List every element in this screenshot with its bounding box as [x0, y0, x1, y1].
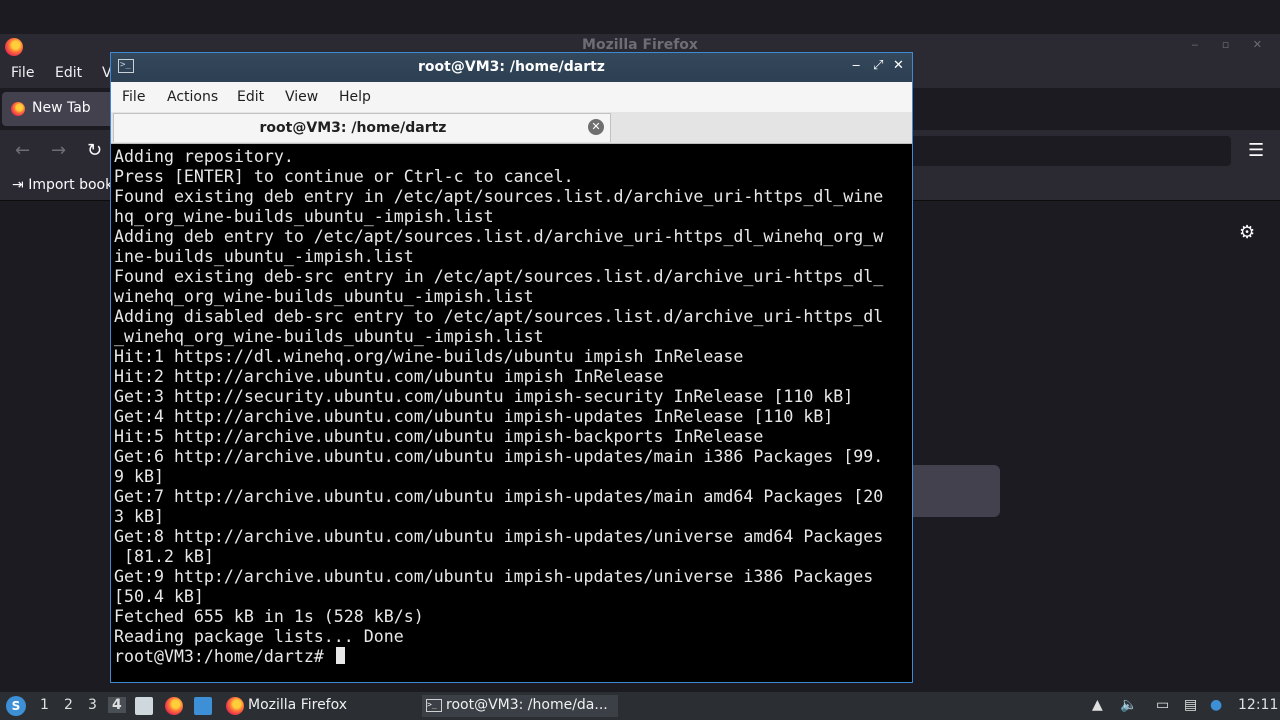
task-firefox-label: Mozilla Firefox [248, 697, 348, 713]
clipboard-icon[interactable]: ▤ [1184, 697, 1197, 713]
forward-arrow-icon[interactable]: → [51, 140, 66, 161]
firefox-tab-new-tab[interactable]: New Tab [2, 92, 122, 126]
terminal-menu-view[interactable]: View [285, 89, 318, 105]
task-terminal-label: root@VM3: /home/da... [446, 697, 608, 713]
hamburger-menu-icon[interactable]: ☰ [1248, 140, 1264, 161]
terminal-line: ine-builds_ubuntu_-impish.list [114, 247, 414, 266]
terminal-icon: >_ [426, 699, 442, 712]
workspace-3[interactable]: 3 [88, 697, 97, 713]
terminal-line: 3 kB] [114, 507, 164, 526]
terminal-line: Get:9 http://archive.ubuntu.com/ubuntu i… [114, 567, 874, 586]
terminal-prompt: root@VM3:/home/dartz# [114, 647, 334, 666]
terminal-line: Hit:2 http://archive.ubuntu.com/ubuntu i… [114, 367, 664, 386]
terminal-line: Adding deb entry to /etc/apt/sources.lis… [114, 227, 884, 246]
terminal-line: Adding repository. [114, 147, 294, 166]
firefox-window-controls[interactable]: ‒ ▫ ✕ [1191, 38, 1272, 51]
task-firefox[interactable]: Mozilla Firefox [224, 695, 414, 717]
terminal-tab[interactable]: root@VM3: /home/dartz ✕ [113, 113, 611, 142]
terminal-line: Press [ENTER] to continue or Ctrl-c to c… [114, 167, 574, 186]
start-menu-icon[interactable]: S [6, 696, 26, 716]
terminal-line: winehq_org_wine-builds_ubuntu_-impish.li… [114, 287, 534, 306]
firefox-logo-icon [5, 38, 23, 56]
workspace-4[interactable]: 4 [108, 697, 126, 713]
terminal-prompt-line[interactable]: root@VM3:/home/dartz# [114, 647, 906, 667]
taskbar: S 1 2 3 4 Mozilla Firefox >_ root@VM3: /… [0, 692, 1280, 720]
firefox-tab-label: New Tab [32, 100, 91, 116]
terminal-line: Reading package lists... Done [114, 627, 404, 646]
terminal-line: Hit:5 http://archive.ubuntu.com/ubuntu i… [114, 427, 764, 446]
terminal-cursor [335, 647, 345, 664]
close-icon[interactable]: ✕ [893, 58, 904, 73]
notification-icon[interactable]: ● [1210, 697, 1222, 713]
clock[interactable]: 12:11 [1238, 697, 1278, 713]
terminal-line: 9 kB] [114, 467, 164, 486]
terminal-line: _winehq_org_wine-builds_ubuntu_-impish.l… [114, 327, 544, 346]
minimize-icon[interactable]: ‒ [852, 58, 860, 73]
terminal-line: Get:8 http://archive.ubuntu.com/ubuntu i… [114, 527, 884, 546]
firefox-icon [226, 697, 244, 715]
maximize-icon[interactable]: ⤢ [873, 58, 883, 73]
firefox-menu-edit[interactable]: Edit [55, 65, 82, 81]
terminal-tab-label: root@VM3: /home/dartz [259, 120, 447, 136]
import-bookmarks-label: Import book [28, 177, 114, 193]
firefox-window-title: Mozilla Firefox [582, 37, 698, 53]
terminal-line: [50.4 kB] [114, 587, 204, 606]
desktop-icon[interactable] [194, 697, 212, 715]
terminal-line: [81.2 kB] [114, 547, 214, 566]
task-terminal[interactable]: >_ root@VM3: /home/da... [422, 695, 618, 717]
firefox-url-bar[interactable] [905, 136, 1231, 166]
terminal-line: Get:7 http://archive.ubuntu.com/ubuntu i… [114, 487, 884, 506]
gear-icon[interactable]: ⚙ [1239, 222, 1255, 243]
terminal-line: Adding disabled deb-src entry to /etc/ap… [114, 307, 884, 326]
workspace-2[interactable]: 2 [64, 697, 73, 713]
terminal-menubar: File Actions Edit View Help [111, 82, 912, 112]
volume-icon[interactable]: 🔈 [1120, 697, 1137, 713]
terminal-window: >_ root@VM3: /home/dartz ‒ ⤢ ✕ File Acti… [110, 52, 913, 683]
terminal-line: Found existing deb entry in /etc/apt/sou… [114, 187, 884, 206]
back-arrow-icon[interactable]: ← [15, 140, 30, 161]
terminal-tabbar: root@VM3: /home/dartz ✕ [111, 112, 912, 144]
tab-close-icon[interactable]: ✕ [588, 119, 604, 135]
terminal-line: Get:6 http://archive.ubuntu.com/ubuntu i… [114, 447, 884, 466]
tray-up-arrow-icon[interactable]: ▲ [1092, 697, 1103, 713]
firefox-menu-file[interactable]: File [11, 65, 34, 81]
firefox-launcher-icon[interactable] [165, 697, 183, 715]
terminal-line: Hit:1 https://dl.winehq.org/wine-builds/… [114, 347, 744, 366]
terminal-line: hq_org_wine-builds_ubuntu_-impish.list [114, 207, 494, 226]
terminal-menu-file[interactable]: File [122, 89, 145, 105]
reload-icon[interactable]: ↻ [87, 140, 102, 161]
terminal-menu-actions[interactable]: Actions [167, 89, 218, 105]
terminal-line: Get:4 http://archive.ubuntu.com/ubuntu i… [114, 407, 834, 426]
terminal-line: Get:3 http://security.ubuntu.com/ubuntu … [114, 387, 854, 406]
file-manager-icon[interactable] [135, 697, 153, 715]
terminal-output[interactable]: Adding repository. Press [ENTER] to cont… [114, 147, 906, 677]
terminal-menu-edit[interactable]: Edit [237, 89, 264, 105]
network-icon[interactable]: ▭ [1156, 697, 1169, 713]
terminal-titlebar: >_ root@VM3: /home/dartz ‒ ⤢ ✕ [111, 53, 912, 82]
workspace-1[interactable]: 1 [40, 697, 49, 713]
import-icon: ⇥ [12, 177, 24, 193]
terminal-menu-help[interactable]: Help [339, 89, 371, 105]
terminal-line: Found existing deb-src entry in /etc/apt… [114, 267, 884, 286]
firefox-tab-icon [11, 102, 25, 116]
terminal-window-title: root@VM3: /home/dartz [418, 59, 605, 75]
import-bookmarks-item[interactable]: ⇥ Import book [12, 177, 113, 193]
terminal-line: Fetched 655 kB in 1s (528 kB/s) [114, 607, 424, 626]
